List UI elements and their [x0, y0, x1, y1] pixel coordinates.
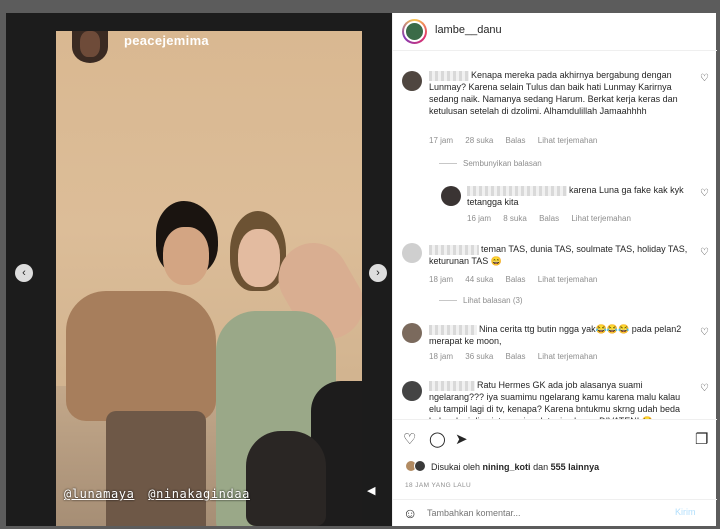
- heart-icon[interactable]: ♡: [700, 247, 709, 258]
- heart-icon[interactable]: ♡: [403, 430, 416, 448]
- comment-input[interactable]: [427, 505, 657, 521]
- story-tag: @lunamaya: [64, 487, 135, 501]
- share-icon[interactable]: ➤: [455, 430, 468, 448]
- post-timestamp[interactable]: 18 JAM YANG LALU: [405, 482, 471, 489]
- comment-likes[interactable]: 28 suka: [465, 136, 493, 145]
- commenter-name[interactable]: [429, 380, 475, 391]
- emoji-icon[interactable]: ☺: [403, 505, 417, 521]
- story-tags: @lunamaya @ninakagindaa: [64, 487, 314, 501]
- likes-summary[interactable]: Disukai oleh nining_koti dan 555 lainnya: [405, 460, 600, 474]
- commenter-avatar[interactable]: [402, 71, 422, 91]
- story-username: peacejemima: [124, 33, 209, 48]
- comment-time: 18 jam: [429, 275, 454, 284]
- add-comment-bar: ☺ Kirim: [393, 499, 717, 526]
- commenter-name[interactable]: [429, 324, 477, 335]
- author-avatar[interactable]: [402, 19, 427, 44]
- translate-link[interactable]: Lihat terjemahan: [538, 136, 598, 145]
- translate-link[interactable]: Lihat terjemahan: [538, 275, 598, 284]
- commenter-avatar[interactable]: [441, 186, 461, 206]
- author-username[interactable]: lambe__danu: [435, 24, 502, 36]
- post-media: peacejemima @lunamaya @ninakagindaa ‹ › …: [6, 13, 392, 526]
- commenter-name[interactable]: [429, 244, 479, 255]
- chevron-left-icon[interactable]: ‹: [15, 264, 33, 282]
- reply-link[interactable]: Balas: [506, 352, 526, 361]
- commenter-avatar[interactable]: [402, 381, 422, 401]
- comment-likes[interactable]: 44 suka: [465, 275, 493, 284]
- likes-others[interactable]: 555 lainnya: [551, 462, 600, 472]
- story-avatar: [72, 31, 108, 63]
- commenter-avatar[interactable]: [402, 243, 422, 263]
- commenter-name[interactable]: [467, 185, 567, 196]
- likes-avatars: [405, 460, 435, 474]
- post-modal: peacejemima @lunamaya @ninakagindaa ‹ › …: [6, 13, 717, 526]
- reply-link[interactable]: Balas: [506, 275, 526, 284]
- translate-link[interactable]: Lihat terjemahan: [571, 214, 631, 223]
- chevron-right-icon[interactable]: ›: [369, 264, 387, 282]
- post-photo: [56, 31, 362, 526]
- comment-likes[interactable]: 36 suka: [465, 352, 493, 361]
- hand-silhouette: [246, 431, 326, 526]
- comment-likes[interactable]: 8 suka: [503, 214, 527, 223]
- comments-list[interactable]: Kenapa mereka pada akhirnya bergabung de…: [393, 51, 717, 419]
- liker-username[interactable]: nining_koti: [483, 462, 531, 472]
- comment-time: 18 jam: [429, 352, 454, 361]
- person-left: [66, 201, 218, 526]
- translate-link[interactable]: Lihat terjemahan: [538, 352, 598, 361]
- reply-link[interactable]: Balas: [539, 214, 559, 223]
- story-tag: @ninakagindaa: [148, 487, 250, 501]
- post-details-panel: lambe__danu Kenapa mereka pada akhirnya …: [392, 13, 717, 526]
- comment-icon[interactable]: ◯: [429, 430, 446, 448]
- heart-icon[interactable]: ♡: [700, 188, 709, 199]
- story-header: peacejemima: [56, 31, 362, 71]
- commenter-avatar[interactable]: [402, 323, 422, 343]
- volume-icon[interactable]: ◀: [367, 484, 381, 498]
- commenter-name[interactable]: [429, 70, 469, 81]
- heart-icon[interactable]: ♡: [700, 383, 709, 394]
- reply-link[interactable]: Balas: [506, 136, 526, 145]
- post-comment-button[interactable]: Kirim: [675, 507, 696, 517]
- post-actions: ♡ ◯ ➤ ❐ Disukai oleh nining_koti dan 555…: [393, 419, 717, 499]
- bookmark-icon[interactable]: ❐: [695, 430, 708, 448]
- hide-replies-toggle[interactable]: Sembunyikan balasan: [439, 159, 542, 168]
- heart-icon[interactable]: ♡: [700, 73, 709, 84]
- heart-icon[interactable]: ♡: [700, 327, 709, 338]
- comment-time: 17 jam: [429, 136, 454, 145]
- view-replies-toggle[interactable]: Lihat balasan (3): [439, 296, 523, 305]
- comment-time: 16 jam: [467, 214, 492, 223]
- post-header: lambe__danu: [393, 13, 717, 51]
